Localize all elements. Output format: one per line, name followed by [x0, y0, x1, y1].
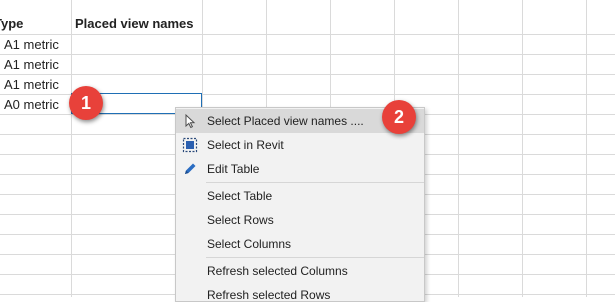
menu-separator: [206, 182, 424, 183]
gridline: [71, 0, 72, 297]
menu-item-label: Select in Revit: [207, 138, 284, 152]
step-badge-2: 2: [382, 100, 416, 134]
cell-type-row-4[interactable]: A0 metric: [4, 95, 59, 115]
gridline: [0, 54, 615, 55]
context-menu: Select Placed view names .... Select in …: [175, 107, 425, 302]
menu-item-label: Select Table: [207, 189, 273, 203]
menu-item-label: Edit Table: [207, 162, 260, 176]
cell-type-row-3[interactable]: A1 metric: [4, 75, 59, 95]
gridline: [0, 74, 615, 75]
pencil-icon: [182, 161, 198, 177]
menu-item-label: Select Columns: [207, 237, 292, 251]
gridline: [0, 34, 615, 35]
cell-type-row-1[interactable]: A1 metric: [4, 35, 59, 55]
select-region-icon: [182, 137, 198, 153]
menu-item-select-table[interactable]: Select Table: [176, 184, 424, 208]
cursor-arrow-icon: [182, 113, 198, 129]
step-badge-1: 1: [69, 86, 103, 120]
menu-item-select-rows[interactable]: Select Rows: [176, 208, 424, 232]
gridline: [458, 0, 459, 297]
menu-item-select-columns[interactable]: Select Columns: [176, 232, 424, 256]
menu-item-label: Refresh selected Rows: [207, 288, 331, 302]
menu-item-edit-table[interactable]: Edit Table: [176, 157, 424, 181]
menu-item-select-in-revit[interactable]: Select in Revit: [176, 133, 424, 157]
gridline: [522, 0, 523, 297]
menu-item-label: Refresh selected Columns: [207, 264, 348, 278]
menu-separator: [206, 257, 424, 258]
menu-item-refresh-selected-columns[interactable]: Refresh selected Columns: [176, 259, 424, 283]
cell-type-row-2[interactable]: A1 metric: [4, 55, 59, 75]
header-cell-placed-view-names[interactable]: Placed view names: [75, 14, 194, 34]
header-cell-type[interactable]: Type: [0, 14, 23, 34]
menu-item-label: Select Placed view names ....: [207, 114, 364, 128]
menu-item-label: Select Rows: [207, 213, 274, 227]
gridline: [586, 0, 587, 297]
menu-item-refresh-selected-rows[interactable]: Refresh selected Rows: [176, 283, 424, 302]
